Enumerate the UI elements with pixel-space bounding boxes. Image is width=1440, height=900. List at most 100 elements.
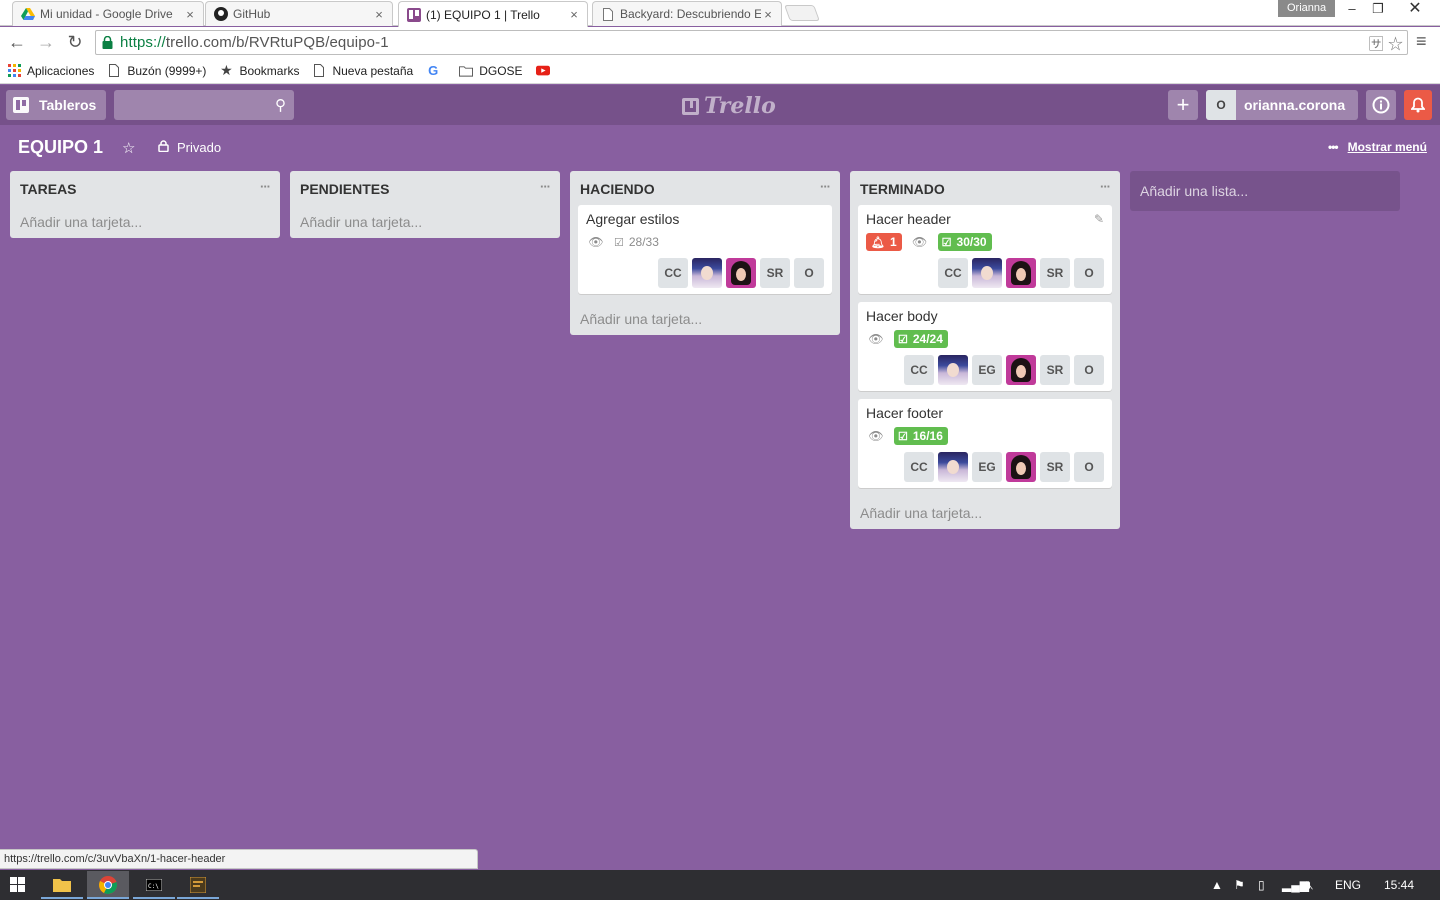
- edit-pencil-icon[interactable]: ✎: [1094, 212, 1104, 226]
- avatar[interactable]: CC: [938, 258, 968, 288]
- add-card-button[interactable]: Añadir una tarjeta...: [850, 496, 1120, 529]
- avatar[interactable]: O: [1074, 258, 1104, 288]
- avatar[interactable]: [938, 355, 968, 385]
- show-hidden-icons-icon[interactable]: ▲: [1211, 878, 1223, 892]
- tab-google-drive[interactable]: Mi unidad - Google Drive ×: [12, 1, 204, 26]
- avatar[interactable]: O: [1074, 452, 1104, 482]
- card-title: Agregar estilos: [586, 211, 680, 227]
- avatar[interactable]: CC: [904, 452, 934, 482]
- card-agregar-estilos[interactable]: Agregar estilos 👁 ☑ 28/33 CC SR O: [578, 205, 832, 294]
- boards-label: Tableros: [39, 97, 97, 113]
- trello-logo-text: Trello: [704, 93, 776, 119]
- file-explorer-icon[interactable]: [41, 871, 83, 899]
- trello-logo[interactable]: Trello: [682, 93, 776, 119]
- tab-github[interactable]: GitHub ×: [205, 1, 393, 26]
- info-icon[interactable]: [1366, 90, 1396, 120]
- avatar[interactable]: SR: [1040, 258, 1070, 288]
- bookmark-youtube[interactable]: [535, 64, 556, 78]
- tab-trello[interactable]: (1) EQUIPO 1 | Trello ×: [398, 1, 588, 27]
- list-title[interactable]: HACIENDO: [580, 181, 655, 197]
- close-tab-icon[interactable]: ×: [183, 7, 197, 22]
- avatar[interactable]: SR: [1040, 452, 1070, 482]
- restore-icon[interactable]: ❐: [1363, 0, 1393, 20]
- bookmark-bookmarks[interactable]: ★ Bookmarks: [219, 62, 299, 78]
- card-hacer-footer[interactable]: Hacer footer 👁 ☑ 16/16 CC EG SR O: [858, 399, 1112, 488]
- avatar: O: [1206, 90, 1236, 120]
- notifications-bell-icon[interactable]: [1404, 90, 1432, 120]
- avatar[interactable]: O: [794, 258, 824, 288]
- battery-icon[interactable]: ▯: [1258, 878, 1265, 892]
- list-menu-icon[interactable]: ···: [820, 179, 831, 194]
- list-title[interactable]: TERMINADO: [860, 181, 945, 197]
- new-tab-button[interactable]: [784, 5, 820, 21]
- avatar[interactable]: CC: [904, 355, 934, 385]
- avatar[interactable]: [938, 452, 968, 482]
- bookmark-google[interactable]: G: [426, 63, 446, 78]
- notification-count: 1: [889, 235, 897, 249]
- avatar[interactable]: [692, 258, 722, 288]
- trello-header: Tableros ⚲ Trello + O orianna.corona: [0, 85, 1440, 125]
- trello-icon: [407, 7, 421, 22]
- chrome-menu-icon[interactable]: ≡: [1416, 31, 1427, 52]
- close-tab-icon[interactable]: ×: [761, 7, 775, 22]
- address-bar[interactable]: https://trello.com/b/RVRtuPQB/equipo-1 🈂…: [95, 30, 1408, 55]
- volume-muted-icon[interactable]: 🔇︎: [1306, 878, 1314, 893]
- signal-icon[interactable]: ▂▄▆: [1282, 878, 1309, 892]
- star-board-icon[interactable]: ☆: [122, 139, 135, 157]
- avatar[interactable]: O: [1074, 355, 1104, 385]
- translate-icon[interactable]: 🈂: [1369, 36, 1384, 53]
- avatar[interactable]: [1006, 258, 1036, 288]
- editor-app-icon[interactable]: [177, 871, 219, 899]
- bookmark-star-icon[interactable]: ☆: [1388, 36, 1403, 53]
- avatar[interactable]: EG: [972, 452, 1002, 482]
- add-list-button[interactable]: Añadir una lista...: [1130, 171, 1400, 211]
- avatar[interactable]: [1006, 452, 1036, 482]
- list-menu-icon[interactable]: ···: [540, 179, 551, 194]
- avatar[interactable]: SR: [1040, 355, 1070, 385]
- add-card-button[interactable]: Añadir una tarjeta...: [570, 302, 840, 335]
- card-hacer-body[interactable]: Hacer body 👁 ☑ 24/24 CC EG SR O: [858, 302, 1112, 391]
- chrome-taskbar-icon[interactable]: [87, 871, 129, 899]
- windows-start-icon[interactable]: [10, 877, 26, 893]
- boards-button[interactable]: Tableros: [6, 90, 107, 120]
- bookmark-buzon[interactable]: Buzón (9999+): [107, 64, 206, 78]
- bookmark-dgose[interactable]: DGOSE: [459, 63, 523, 78]
- close-tab-icon[interactable]: ×: [372, 7, 386, 22]
- member-menu-button[interactable]: O orianna.corona: [1206, 90, 1358, 120]
- search-box[interactable]: ⚲: [114, 90, 294, 120]
- reload-icon[interactable]: ↻: [64, 31, 86, 53]
- close-window-icon[interactable]: ✕: [1400, 0, 1430, 20]
- tab-backyard[interactable]: Backyard: Descubriendo E ×: [592, 1, 782, 26]
- back-icon[interactable]: ←: [6, 31, 28, 53]
- search-input[interactable]: [114, 90, 264, 120]
- add-button[interactable]: +: [1168, 90, 1198, 120]
- bookmark-label: DGOSE: [479, 63, 523, 78]
- avatar[interactable]: [726, 258, 756, 288]
- board-title[interactable]: EQUIPO 1: [18, 137, 103, 158]
- bookmark-apps[interactable]: Aplicaciones: [7, 64, 94, 78]
- close-tab-icon[interactable]: ×: [567, 7, 581, 22]
- show-menu-button[interactable]: ••• Mostrar menú: [1328, 140, 1427, 154]
- flag-icon[interactable]: ⚑: [1234, 878, 1245, 892]
- avatar[interactable]: SR: [760, 258, 790, 288]
- avatar[interactable]: CC: [658, 258, 688, 288]
- list-menu-icon[interactable]: ···: [260, 179, 271, 194]
- avatar[interactable]: [972, 258, 1002, 288]
- clock[interactable]: 15:44: [1384, 878, 1414, 892]
- list-title[interactable]: PENDIENTES: [300, 181, 389, 197]
- translate-and-bookmark-icons[interactable]: 🈂 ☆: [1369, 33, 1403, 54]
- language-indicator[interactable]: ENG: [1335, 878, 1361, 892]
- add-card-button[interactable]: Añadir una tarjeta...: [10, 205, 280, 238]
- card-hacer-header[interactable]: Hacer header ✎ 🔔︎ 1 👁 ☑ 30/30 CC SR O: [858, 205, 1112, 294]
- profile-button[interactable]: Orianna: [1278, 0, 1336, 17]
- search-icon[interactable]: ⚲: [275, 96, 286, 114]
- avatar[interactable]: [1006, 355, 1036, 385]
- visibility-button[interactable]: Privado: [158, 140, 221, 155]
- add-card-button[interactable]: Añadir una tarjeta...: [290, 205, 560, 238]
- command-prompt-icon[interactable]: C:\: [133, 871, 175, 899]
- bookmark-nueva-pestana[interactable]: Nueva pestaña: [312, 64, 413, 78]
- forward-icon[interactable]: →: [35, 31, 57, 53]
- list-menu-icon[interactable]: ···: [1100, 179, 1111, 194]
- avatar[interactable]: EG: [972, 355, 1002, 385]
- list-title[interactable]: TAREAS: [20, 181, 77, 197]
